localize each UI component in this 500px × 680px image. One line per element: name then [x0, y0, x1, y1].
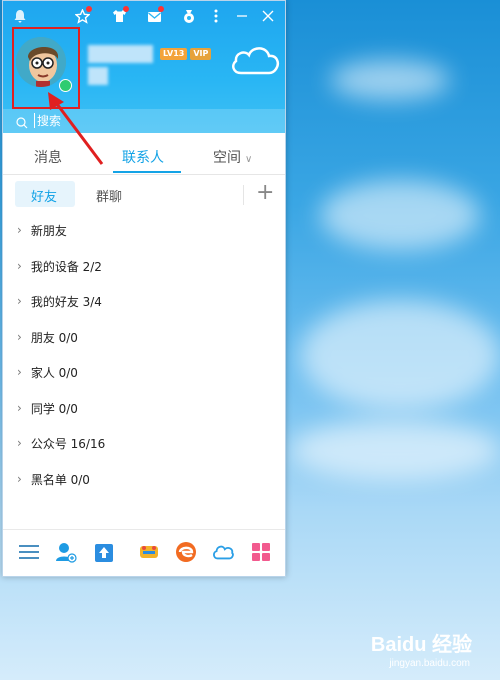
level-badge[interactable]: LV13 — [160, 48, 188, 60]
group-row[interactable]: › 我的好友 3/4 — [17, 291, 102, 311]
sky-cloud — [300, 300, 500, 410]
group-label: 黑名单 0/0 — [30, 472, 90, 487]
file-upload-icon[interactable] — [93, 541, 115, 563]
group-row[interactable]: › 新朋友 — [17, 220, 67, 240]
minimize-icon[interactable] — [233, 7, 251, 25]
subtab-divider — [243, 185, 244, 205]
shirt-icon[interactable] — [110, 6, 129, 25]
group-row[interactable]: › 黑名单 0/0 — [17, 469, 90, 489]
weather-cloud-icon[interactable] — [229, 41, 281, 81]
group-label: 家人 0/0 — [30, 365, 78, 380]
group-label: 新朋友 — [30, 223, 67, 238]
sky-cloud — [320, 180, 480, 250]
group-row[interactable]: › 公众号 16/16 — [17, 433, 105, 453]
title-bar — [3, 6, 285, 27]
group-label: 公众号 16/16 — [30, 436, 106, 451]
add-friend-icon[interactable] — [55, 541, 77, 563]
watermark-url: jingyan.baidu.com — [389, 658, 470, 669]
mail-icon[interactable] — [145, 6, 164, 25]
group-row[interactable]: › 同学 0/0 — [17, 398, 78, 418]
bell-icon[interactable] — [11, 7, 29, 25]
star-icon[interactable] — [73, 6, 92, 25]
group-label: 同学 0/0 — [30, 401, 78, 416]
tab-qzone[interactable]: 空间 ∨ — [213, 147, 252, 167]
chevron-right-icon: › — [17, 365, 22, 379]
group-row[interactable]: › 家人 0/0 — [17, 362, 78, 382]
cloud-storage-icon[interactable] — [212, 541, 234, 563]
group-label: 我的好友 3/4 — [30, 294, 102, 309]
tab-qzone-label: 空间 — [213, 150, 241, 166]
nickname-blurred — [88, 45, 153, 63]
add-icon[interactable]: + — [256, 180, 274, 206]
chevron-right-icon: › — [17, 401, 22, 415]
chevron-right-icon: › — [17, 330, 22, 344]
group-row[interactable]: › 我的设备 2/2 — [17, 256, 102, 276]
group-row[interactable]: › 朋友 0/0 — [17, 327, 78, 347]
annotation-arrow — [48, 92, 104, 165]
search-icon — [16, 114, 28, 133]
text-cursor — [34, 113, 35, 128]
signature-blurred — [88, 67, 108, 85]
subtab-friends[interactable]: 好友 — [31, 186, 57, 205]
vip-badge[interactable]: VIP — [190, 48, 212, 60]
baidu-watermark: Baidu 经验 — [370, 634, 472, 656]
qq-window: LV13 VIP 搜索 消息 联系人 空间 ∨ 好友 群聊 + › 新朋友 › 我的设… — [2, 0, 286, 577]
medal-icon[interactable] — [180, 7, 198, 25]
browser-icon[interactable] — [175, 541, 197, 563]
apps-grid-icon[interactable] — [250, 541, 272, 563]
close-icon[interactable] — [259, 7, 277, 25]
chevron-right-icon: › — [17, 223, 22, 237]
subtab-groups[interactable]: 群聊 — [96, 186, 122, 205]
sky-cloud — [290, 420, 500, 480]
active-tab-indicator — [113, 171, 181, 173]
more-icon[interactable] — [207, 7, 225, 25]
game-icon[interactable] — [138, 541, 160, 563]
level-badges: LV13 VIP — [160, 48, 212, 60]
group-label: 朋友 0/0 — [30, 330, 78, 345]
chevron-down-icon: ∨ — [245, 154, 253, 165]
chevron-right-icon: › — [17, 436, 22, 450]
chevron-right-icon: › — [17, 294, 22, 308]
chevron-right-icon: › — [17, 259, 22, 273]
sky-cloud — [330, 60, 450, 100]
group-label: 我的设备 2/2 — [30, 259, 102, 274]
tab-contacts[interactable]: 联系人 — [122, 147, 164, 167]
chevron-right-icon: › — [17, 472, 22, 486]
menu-icon[interactable] — [18, 541, 40, 563]
